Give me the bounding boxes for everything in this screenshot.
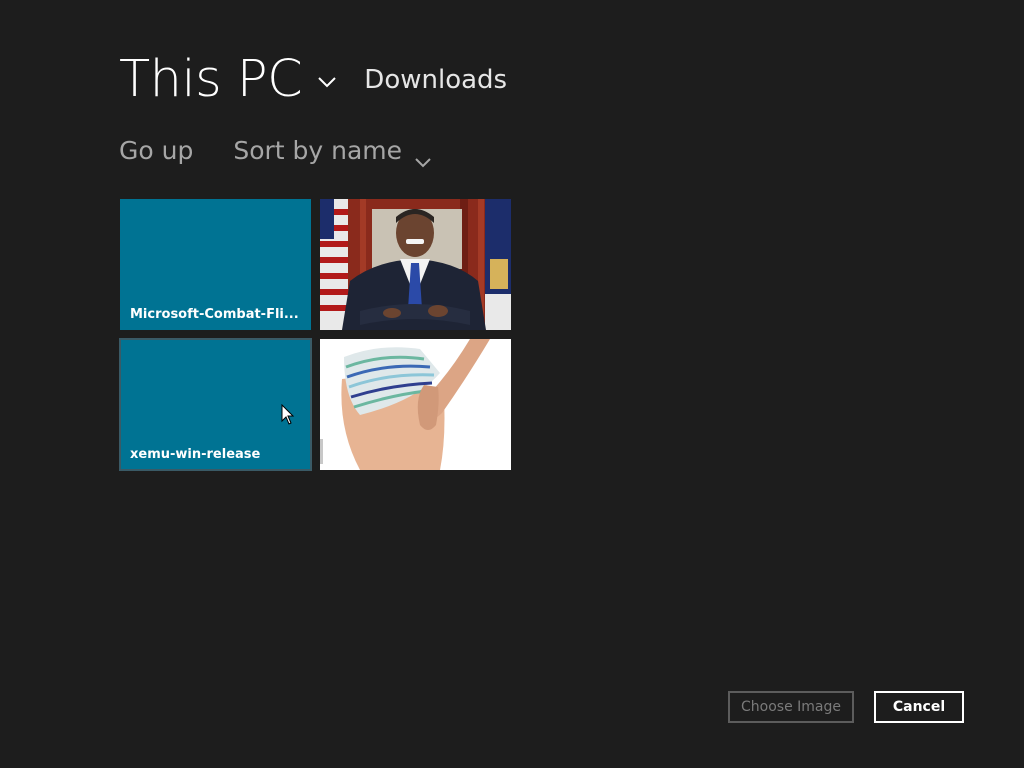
cancel-button[interactable]: Cancel bbox=[874, 691, 964, 723]
sort-dropdown[interactable]: Sort by name bbox=[233, 132, 432, 170]
current-folder-label: Downloads bbox=[364, 65, 508, 95]
sort-label: Sort by name bbox=[233, 136, 403, 165]
choose-image-button[interactable]: Choose Image bbox=[728, 691, 854, 723]
product-photo-thumbnail bbox=[320, 339, 511, 470]
tile-name: Microsoft-Combat-Fli... bbox=[130, 307, 299, 322]
header: This PC Downloads bbox=[119, 48, 507, 112]
footer-buttons: Choose Image Cancel bbox=[728, 691, 964, 723]
folder-tile[interactable]: xemu-win-release bbox=[119, 338, 312, 471]
go-up-button[interactable]: Go up bbox=[119, 132, 193, 170]
tile-name: xemu-win-release bbox=[130, 447, 261, 462]
file-grid: Microsoft-Combat-Fli... xemu-win-release bbox=[119, 199, 511, 471]
image-tile[interactable] bbox=[320, 199, 511, 330]
location-title: This PC bbox=[119, 50, 303, 109]
file-picker: This PC Downloads Go up Sort by name Mic… bbox=[0, 0, 1024, 768]
folder-tile[interactable]: Microsoft-Combat-Fli... bbox=[120, 199, 311, 330]
command-bar: Go up Sort by name bbox=[119, 132, 432, 170]
image-tile[interactable] bbox=[320, 339, 511, 470]
location-dropdown[interactable]: This PC bbox=[119, 48, 338, 112]
chevron-down-icon bbox=[316, 71, 338, 93]
chevron-down-icon bbox=[414, 144, 432, 168]
portrait-photo-thumbnail bbox=[320, 199, 511, 330]
